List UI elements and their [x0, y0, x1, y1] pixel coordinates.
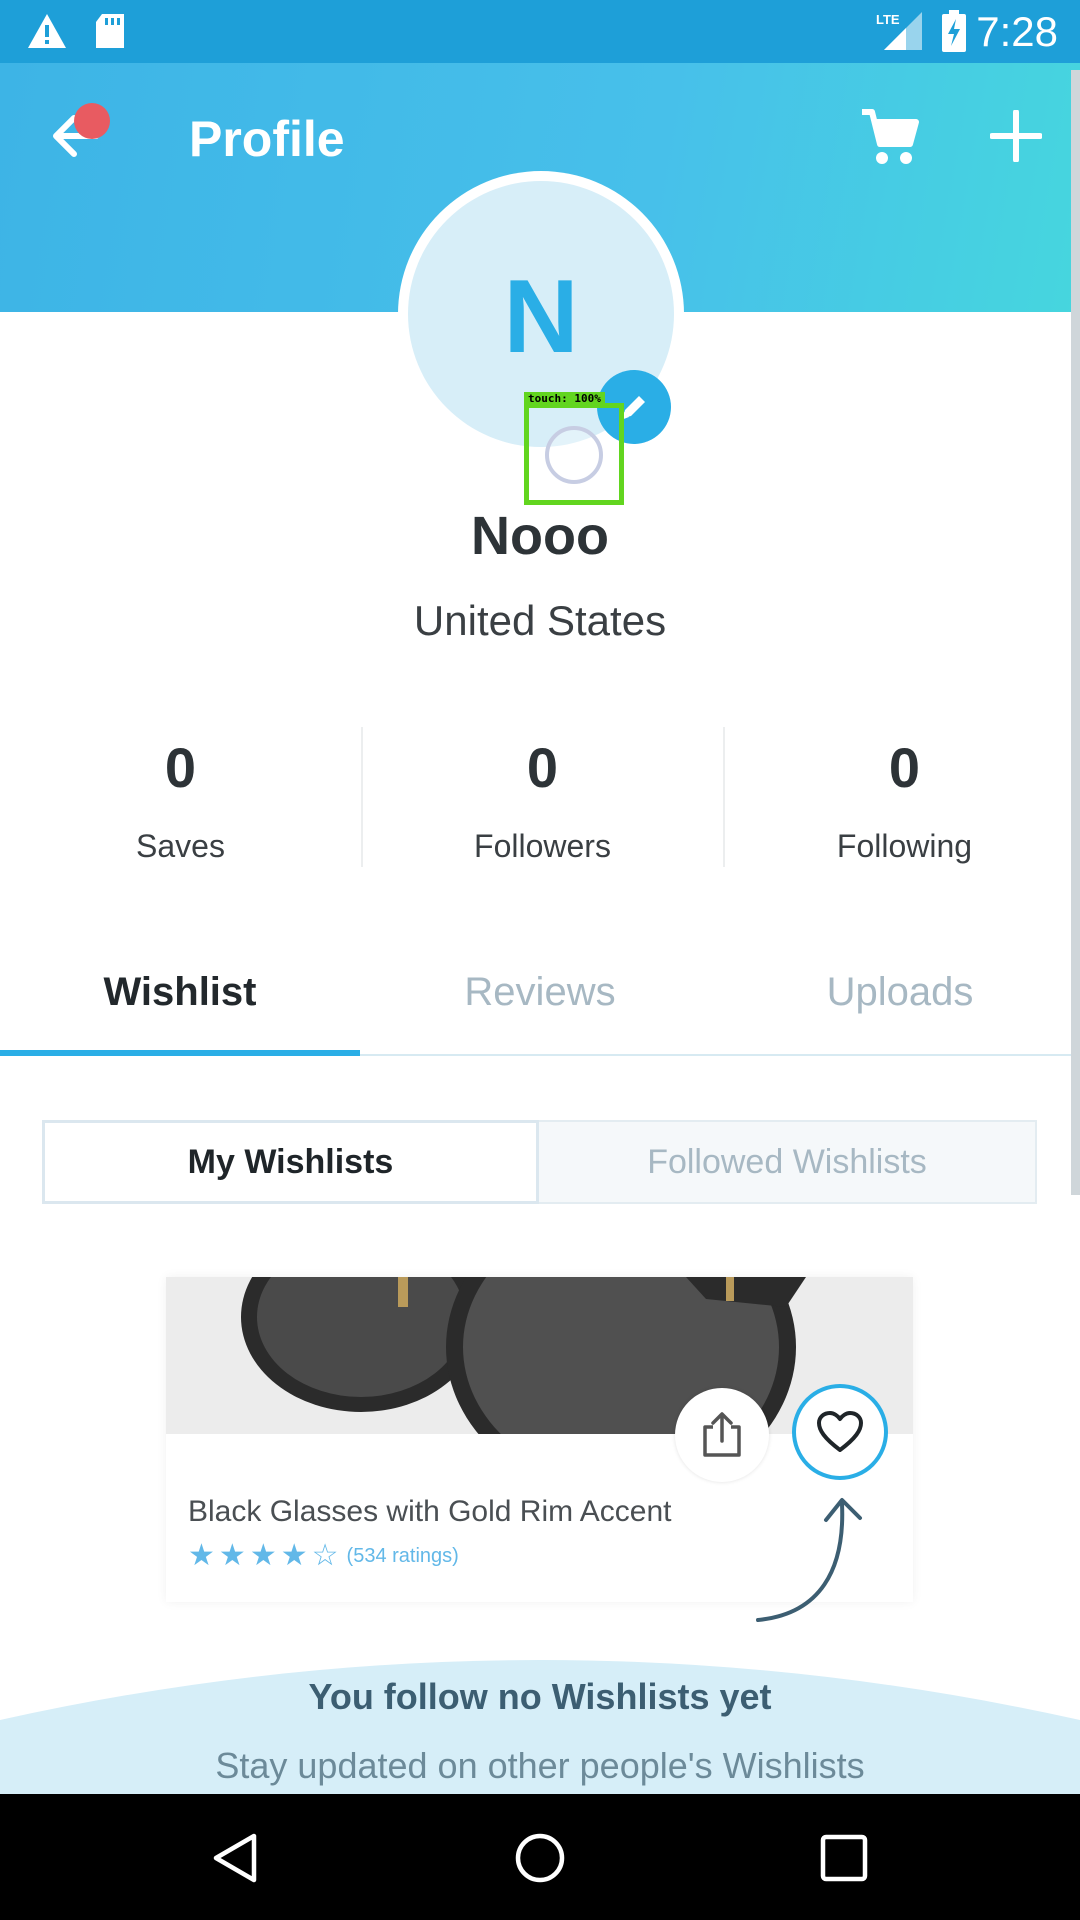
profile-location: United States	[413, 597, 667, 644]
ratings-count: (534 ratings)	[346, 1544, 459, 1567]
share-icon	[703, 1412, 741, 1457]
stat-label: Saves	[136, 828, 225, 864]
segment-followed-wishlists[interactable]: Followed Wishlists	[539, 1120, 1037, 1204]
stat-value: 0	[888, 736, 921, 799]
stat-value: 0	[164, 736, 197, 799]
cart-icon[interactable]	[860, 108, 920, 166]
stat-following[interactable]: 0 Following	[724, 735, 1080, 865]
tab-uploads[interactable]: Uploads	[720, 970, 1080, 1015]
product-rating: ★ ★ ★ ★ ☆ (534 ratings)	[188, 1541, 459, 1571]
touch-label: touch: 100%	[524, 392, 605, 406]
page-title: Profile	[189, 111, 345, 167]
nav-recents-icon[interactable]	[820, 1834, 868, 1882]
nav-home-icon[interactable]	[514, 1832, 566, 1884]
profile-name: Nooo	[471, 506, 609, 566]
plus-icon[interactable]	[990, 110, 1042, 162]
scrollbar[interactable]	[1071, 70, 1080, 1195]
stat-label: Followers	[474, 828, 611, 864]
svg-text:LTE: LTE	[876, 12, 900, 27]
product-title[interactable]: Black Glasses with Gold Rim Accent	[188, 1495, 672, 1529]
avatar-initial: N	[503, 258, 579, 375]
share-button[interactable]	[675, 1388, 769, 1482]
stat-label: Following	[836, 828, 973, 864]
empty-state-subtitle: Stay updated on other people's Wishlists	[215, 1745, 865, 1786]
heart-icon	[817, 1411, 863, 1452]
status-time: 7:28	[976, 8, 1058, 55]
star-filled-icon: ★	[249, 1539, 277, 1572]
stat-value: 0	[526, 736, 559, 799]
star-filled-icon: ★	[280, 1539, 308, 1572]
sd-card-icon	[96, 14, 124, 48]
notification-dot	[74, 103, 110, 139]
stat-saves[interactable]: 0 Saves	[0, 735, 361, 865]
star-filled-icon: ★	[188, 1539, 215, 1572]
tab-reviews[interactable]: Reviews	[360, 970, 720, 1015]
navigation-bar	[0, 1794, 1080, 1920]
lte-signal-icon: LTE	[876, 12, 922, 50]
star-empty-icon: ☆	[311, 1539, 339, 1572]
tab-wishlist[interactable]: Wishlist	[0, 970, 360, 1015]
curved-arrow-icon	[756, 1498, 862, 1622]
stat-followers[interactable]: 0 Followers	[362, 735, 723, 865]
wishlist-heart-button[interactable]	[792, 1384, 888, 1480]
nav-back-icon[interactable]	[212, 1832, 260, 1884]
segment-my-wishlists[interactable]: My Wishlists	[42, 1120, 539, 1204]
battery-charging-icon	[942, 10, 966, 52]
empty-state-title: You follow no Wishlists yet	[308, 1676, 772, 1717]
status-bar: LTE 7:28	[0, 0, 1080, 63]
warning-icon	[28, 14, 66, 48]
star-filled-icon: ★	[218, 1539, 246, 1572]
touch-highlight-box	[524, 403, 624, 505]
tab-active-indicator	[0, 1050, 360, 1056]
